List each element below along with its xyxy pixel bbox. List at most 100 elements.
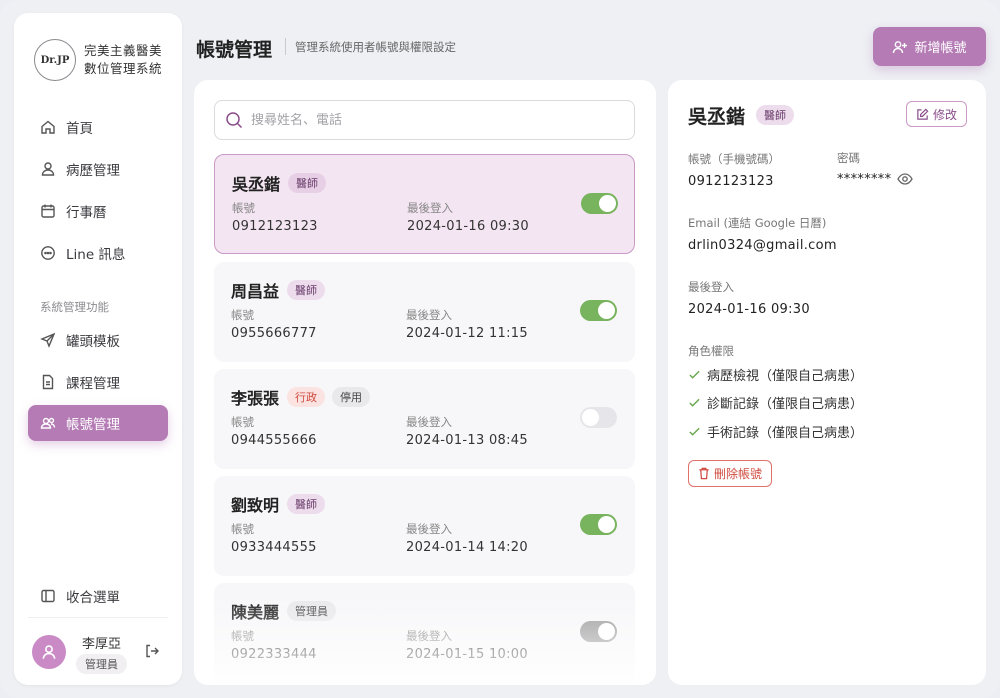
sidebar-item-records[interactable]: 病歷管理 (28, 151, 168, 187)
detail-password-label: 密碼 (837, 151, 860, 165)
permission-item: 手術記錄（僅限自己病患） (688, 422, 863, 441)
calendar-icon (40, 203, 56, 219)
eye-icon (897, 173, 913, 185)
account-value: 0912123123 (232, 219, 318, 234)
account-enabled-toggle[interactable] (580, 407, 617, 428)
avatar[interactable] (32, 635, 66, 669)
role-badge: 管理員 (287, 601, 336, 621)
sidebar-item-label: 行事曆 (66, 205, 107, 221)
role-badge: 醫師 (288, 173, 326, 193)
app-frame: Dr.JP 完美主義醫美 數位管理系統 首頁 病歷管理 行事曆 Line 訊息 … (0, 0, 1000, 698)
users-icon (40, 415, 56, 431)
last-login-label: 最後登入 (406, 522, 452, 536)
edit-button[interactable]: 修改 (906, 101, 967, 127)
check-icon (689, 427, 700, 436)
delete-account-button[interactable]: 刪除帳號 (688, 460, 772, 487)
delete-account-label: 刪除帳號 (713, 467, 762, 481)
avatar-user-icon (42, 645, 56, 659)
last-login-value: 2024-01-15 10:00 (406, 647, 528, 662)
account-enabled-toggle[interactable] (580, 621, 617, 642)
detail-role-badge: 醫師 (756, 105, 794, 125)
account-value: 0944555666 (231, 433, 317, 448)
permission-label: 手術記錄（僅限自己病患） (707, 426, 864, 441)
last-login-value: 2024-01-12 11:15 (406, 326, 528, 341)
last-login-label: 最後登入 (407, 201, 453, 215)
permission-label: 診斷記錄（僅限自己病患） (707, 397, 864, 412)
sidebar-item-label: Line 訊息 (66, 247, 126, 263)
role-badge: 行政 (287, 387, 325, 407)
edit-button-label: 修改 (932, 107, 957, 122)
account-label: 帳號 (232, 201, 255, 215)
toggle-knob (598, 516, 615, 533)
brand-logo: Dr.JP (34, 39, 76, 81)
role-badge: 醫師 (287, 494, 325, 514)
account-card[interactable]: 吳丞鍇 醫師 帳號 0912123123 最後登入 2024-01-16 09:… (214, 154, 635, 254)
sidebar-item-label: 病歷管理 (66, 163, 120, 179)
account-value: 0955666777 (231, 326, 317, 341)
sidebar-collapse-label: 收合選單 (66, 590, 120, 606)
sidebar-collapse[interactable]: 收合選單 (28, 578, 168, 614)
account-name: 劉致明 (231, 496, 280, 515)
search-icon (226, 112, 243, 129)
last-login-label: 最後登入 (406, 415, 452, 429)
toggle-knob (599, 195, 616, 212)
account-enabled-toggle[interactable] (580, 300, 617, 321)
sidebar-item-line[interactable]: Line 訊息 (28, 235, 168, 271)
sidebar-item-courses[interactable]: 課程管理 (28, 364, 168, 400)
sidebar-item-accounts[interactable]: 帳號管理 (28, 405, 168, 441)
last-login-value: 2024-01-13 08:45 (406, 433, 528, 448)
logout-icon (146, 644, 159, 658)
sidebar-item-label: 帳號管理 (66, 417, 120, 433)
account-label: 帳號 (231, 308, 254, 322)
page-title: 帳號管理 (196, 39, 273, 61)
detail-account-label: 帳號（手機號碼） (688, 152, 780, 166)
account-value: 0922333444 (231, 647, 317, 662)
account-card[interactable]: 陳美麗 管理員 帳號 0922333444 最後登入 2024-01-15 10… (214, 583, 635, 683)
check-icon (689, 370, 700, 379)
show-password-button[interactable] (897, 171, 913, 185)
brand: Dr.JP 完美主義醫美 數位管理系統 (34, 39, 174, 83)
account-list-panel: 吳丞鍇 醫師 帳號 0912123123 最後登入 2024-01-16 09:… (194, 80, 656, 685)
account-enabled-toggle[interactable] (581, 193, 618, 214)
account-card[interactable]: 周昌益 醫師 帳號 0955666777 最後登入 2024-01-12 11:… (214, 262, 635, 362)
account-label: 帳號 (231, 415, 254, 429)
toggle-knob (598, 302, 615, 319)
last-login-label: 最後登入 (406, 308, 452, 322)
account-enabled-toggle[interactable] (580, 514, 617, 535)
title-separator (285, 38, 286, 55)
sidebar-item-home[interactable]: 首頁 (28, 109, 168, 145)
account-card[interactable]: 李張張 行政 停用 帳號 0944555666 最後登入 2024-01-13 … (214, 369, 635, 469)
user-role-badge: 管理員 (76, 654, 127, 674)
detail-email-label: Email (連結 Google 日曆) (688, 216, 827, 230)
sidebar-item-templates[interactable]: 罐頭模板 (28, 322, 168, 358)
account-name: 周昌益 (231, 282, 280, 301)
account-card[interactable]: 劉致明 醫師 帳號 0933444555 最後登入 2024-01-14 14:… (214, 476, 635, 576)
account-name: 陳美麗 (231, 603, 280, 622)
sidebar-item-calendar[interactable]: 行事曆 (28, 193, 168, 229)
detail-account-value: 0912123123 (688, 174, 774, 189)
add-account-button[interactable]: 新增帳號 (873, 27, 986, 66)
sidebar-item-label: 罐頭模板 (66, 334, 120, 350)
home-icon (40, 119, 56, 135)
logout-button[interactable] (142, 641, 162, 661)
detail-name: 吳丞鍇 (688, 106, 746, 128)
account-name: 吳丞鍇 (232, 175, 281, 194)
send-icon (40, 332, 56, 348)
sidebar-item-label: 課程管理 (66, 376, 120, 392)
check-icon (689, 398, 700, 407)
toggle-knob (598, 623, 615, 640)
detail-last-login-value: 2024-01-16 09:30 (688, 302, 810, 317)
document-icon (40, 374, 56, 390)
search-input[interactable] (251, 112, 611, 128)
account-label: 帳號 (231, 629, 254, 643)
detail-password-value: ******** (837, 172, 892, 187)
account-label: 帳號 (231, 522, 254, 536)
chat-icon (40, 245, 56, 261)
brand-logo-text: Dr.JP (40, 54, 70, 66)
toggle-knob (582, 409, 599, 426)
current-user: 李厚亞 管理員 (32, 629, 168, 675)
permission-item: 病歷檢視（僅限自己病患） (688, 365, 863, 384)
search-box[interactable] (214, 100, 635, 140)
page-subtitle: 管理系統使用者帳號與權限設定 (295, 40, 456, 54)
last-login-label: 最後登入 (406, 629, 452, 643)
